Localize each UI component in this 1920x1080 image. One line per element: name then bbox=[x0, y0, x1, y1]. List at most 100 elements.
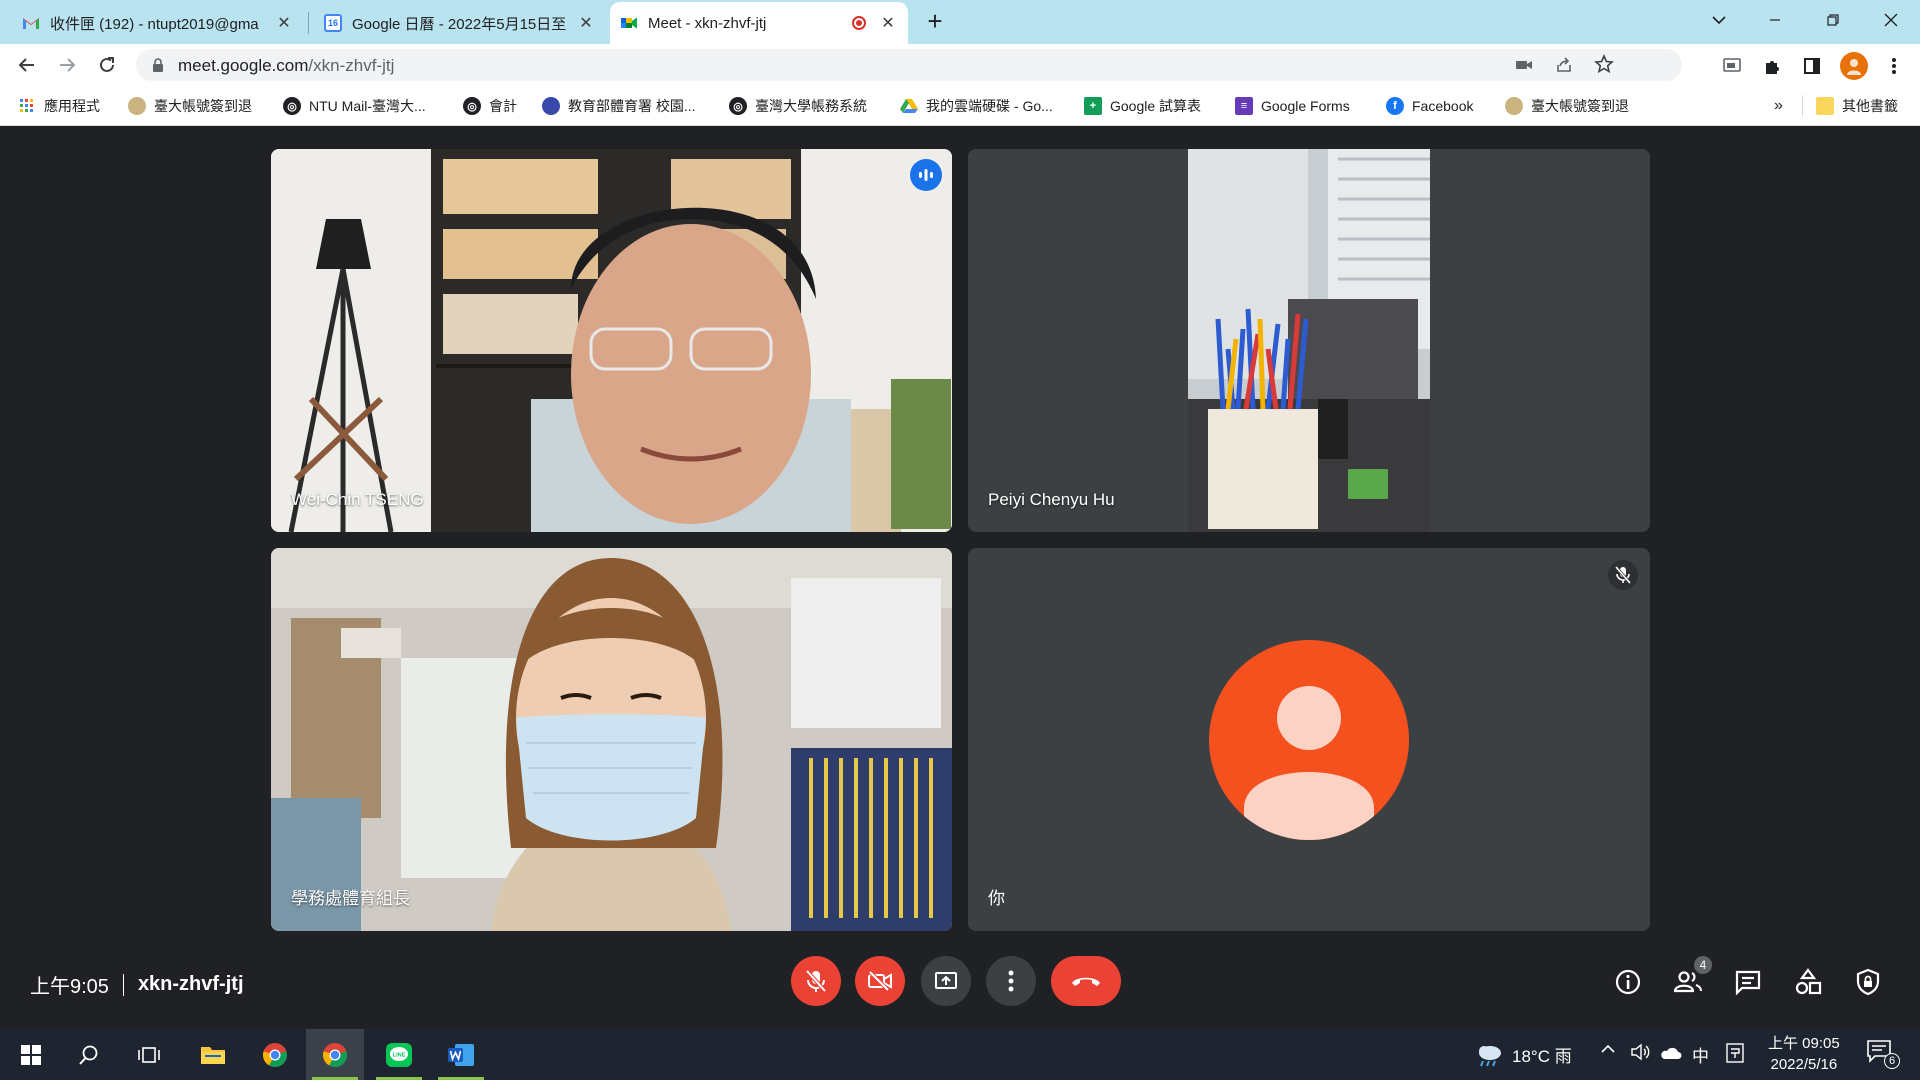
participant-name: Wei-Chin TSENG bbox=[291, 490, 424, 509]
extensions-icon[interactable] bbox=[1760, 54, 1784, 78]
more-options-button[interactable] bbox=[986, 956, 1036, 1006]
action-center-button[interactable]: 6 bbox=[1866, 1039, 1900, 1071]
clock-date: 2022/5/16 bbox=[1770, 1056, 1838, 1073]
bookmark-drive[interactable]: 我的雲端硬碟 - Go... bbox=[900, 96, 1053, 116]
tab-title: Google 日曆 - 2022年5月15日至 bbox=[352, 15, 567, 33]
camera-toggle-button[interactable] bbox=[855, 956, 905, 1006]
tab-title: Meet - xkn-zhvf-jtj bbox=[648, 14, 767, 32]
chat-button[interactable] bbox=[1730, 964, 1766, 1000]
globe-icon: ◎ bbox=[283, 97, 301, 115]
close-window-icon[interactable] bbox=[1868, 0, 1914, 40]
tab-strip: 收件匣 (192) - ntupt2019@gma ✕ 16 Google 日曆… bbox=[0, 0, 1920, 44]
calendar-icon: 16 bbox=[324, 14, 342, 32]
bookmark-label: 臺灣大學帳務系統 bbox=[755, 98, 867, 114]
word-taskbar-button[interactable] bbox=[432, 1029, 490, 1080]
meeting-info: 上午9:05 xkn-zhvf-jtj bbox=[30, 970, 244, 999]
bookmark-facebook[interactable]: f Facebook bbox=[1386, 96, 1473, 116]
tab-gmail[interactable]: 收件匣 (192) - ntupt2019@gma ✕ bbox=[12, 2, 304, 44]
restore-icon[interactable] bbox=[1810, 0, 1856, 40]
participant-video bbox=[1188, 149, 1430, 532]
speaking-indicator-icon bbox=[910, 159, 942, 191]
reload-icon[interactable] bbox=[92, 50, 122, 80]
bookmark-moe-sports[interactable]: 教育部體育署 校園... bbox=[542, 96, 696, 116]
search-button[interactable] bbox=[60, 1029, 118, 1080]
onedrive-icon[interactable] bbox=[1660, 1045, 1682, 1065]
people-button[interactable]: 4 bbox=[1670, 954, 1714, 1000]
self-avatar bbox=[1209, 640, 1409, 840]
line-taskbar-button[interactable]: LINE bbox=[370, 1029, 428, 1080]
minimize-icon[interactable] bbox=[1752, 0, 1798, 40]
windows-logo-icon bbox=[21, 1044, 41, 1065]
clock[interactable]: 上午 09:05 2022/5/16 bbox=[1768, 1033, 1840, 1075]
input-method-indicator[interactable]: 中 bbox=[1692, 1042, 1709, 1067]
bookmark-apps[interactable]: 應用程式 bbox=[18, 96, 100, 116]
activities-button[interactable] bbox=[1790, 964, 1826, 1000]
task-view-button[interactable] bbox=[120, 1029, 178, 1080]
volume-icon[interactable] bbox=[1630, 1043, 1650, 1066]
bookmark-label: 臺大帳號簽到退 bbox=[1531, 98, 1629, 114]
tab-search-icon[interactable] bbox=[1696, 0, 1742, 40]
tray-overflow-icon[interactable] bbox=[1600, 1041, 1616, 1062]
participant-name: Peiyi Chenyu Hu bbox=[988, 490, 1115, 509]
share-icon[interactable] bbox=[1554, 55, 1574, 80]
present-screen-button[interactable] bbox=[921, 956, 971, 1006]
close-tab-icon[interactable]: ✕ bbox=[576, 13, 596, 33]
chrome-menu-icon[interactable] bbox=[1882, 54, 1906, 78]
bookmark-star-icon[interactable] bbox=[1594, 53, 1614, 79]
participant-name: 你 bbox=[988, 889, 1005, 908]
meeting-details-button[interactable] bbox=[1610, 964, 1646, 1000]
ime-mode-icon[interactable] bbox=[1726, 1043, 1744, 1068]
address-bar[interactable]: meet.google.com/xkn-zhvf-jtj bbox=[136, 49, 1682, 81]
bookmark-label: Google 試算表 bbox=[1110, 98, 1202, 114]
cast-icon[interactable] bbox=[1720, 54, 1744, 78]
mic-toggle-button[interactable] bbox=[791, 956, 841, 1006]
other-bookmarks[interactable]: 其他書籤 bbox=[1816, 96, 1898, 116]
participant-tile[interactable]: 學務處體育組長 bbox=[271, 548, 952, 931]
bookmark-label: 臺大帳號簽到退 bbox=[154, 98, 252, 114]
camera-in-use-icon[interactable] bbox=[1514, 55, 1534, 80]
participant-tile[interactable]: Peiyi Chenyu Hu bbox=[968, 149, 1650, 532]
activities-icon bbox=[1795, 968, 1822, 995]
globe-icon: ◎ bbox=[463, 97, 481, 115]
file-explorer-button[interactable] bbox=[184, 1029, 242, 1080]
new-tab-button[interactable]: + bbox=[920, 6, 950, 36]
start-button[interactable] bbox=[2, 1029, 60, 1080]
self-tile[interactable]: 你 bbox=[968, 548, 1650, 931]
leave-call-button[interactable] bbox=[1051, 956, 1121, 1006]
back-icon[interactable] bbox=[12, 50, 42, 80]
chrome-taskbar-button[interactable] bbox=[246, 1029, 304, 1080]
shield-lock-icon bbox=[1856, 968, 1880, 996]
bookmark-ntu-checkin[interactable]: 臺大帳號簽到退 bbox=[128, 96, 252, 116]
bookmark-accounting[interactable]: ◎ 會計 bbox=[463, 96, 517, 116]
bookmark-ntu-mail[interactable]: ◎ NTU Mail-臺灣大... bbox=[283, 96, 426, 116]
weather-widget[interactable]: 18°C 雨 bbox=[1474, 1029, 1572, 1080]
bookmark-sheets[interactable]: + Google 試算表 bbox=[1084, 96, 1201, 116]
bookmark-forms[interactable]: ≡ Google Forms bbox=[1235, 96, 1350, 116]
notification-count-badge: 6 bbox=[1884, 1053, 1900, 1069]
participant-tile[interactable]: Wei-Chin TSENG bbox=[271, 149, 952, 532]
chrome-taskbar-button-active[interactable] bbox=[306, 1029, 364, 1080]
tab-calendar[interactable]: 16 Google 日曆 - 2022年5月15日至 ✕ bbox=[314, 2, 606, 44]
bookmark-ntu-accounts[interactable]: ◎ 臺灣大學帳務系統 bbox=[729, 96, 867, 116]
bookmark-ntu-checkin-2[interactable]: 臺大帳號簽到退 bbox=[1505, 96, 1629, 116]
bookmark-label: 會計 bbox=[489, 98, 517, 114]
more-vert-icon bbox=[1008, 970, 1014, 992]
forward-icon[interactable] bbox=[52, 50, 82, 80]
chat-icon bbox=[1735, 970, 1761, 995]
people-count-badge: 4 bbox=[1692, 954, 1714, 976]
forms-icon: ≡ bbox=[1235, 97, 1253, 115]
folder-icon bbox=[1816, 97, 1834, 115]
tab-divider bbox=[308, 12, 309, 34]
close-tab-icon[interactable]: ✕ bbox=[274, 13, 294, 33]
bookmarks-overflow-button[interactable]: » bbox=[1774, 96, 1783, 116]
search-icon bbox=[79, 1045, 98, 1065]
lock-icon[interactable] bbox=[152, 58, 164, 77]
tab-meet[interactable]: Meet - xkn-zhvf-jtj ✕ bbox=[610, 2, 908, 44]
side-panel-icon[interactable] bbox=[1800, 54, 1824, 78]
windows-taskbar: LINE 18°C 雨 中 上午 09:05 2022/5/16 6 bbox=[0, 1029, 1920, 1080]
task-view-icon bbox=[138, 1046, 160, 1063]
close-tab-icon[interactable]: ✕ bbox=[878, 13, 898, 33]
clock-time: 上午 09:05 bbox=[1768, 1035, 1840, 1052]
profile-avatar[interactable] bbox=[1840, 52, 1868, 80]
host-controls-button[interactable] bbox=[1850, 964, 1886, 1000]
